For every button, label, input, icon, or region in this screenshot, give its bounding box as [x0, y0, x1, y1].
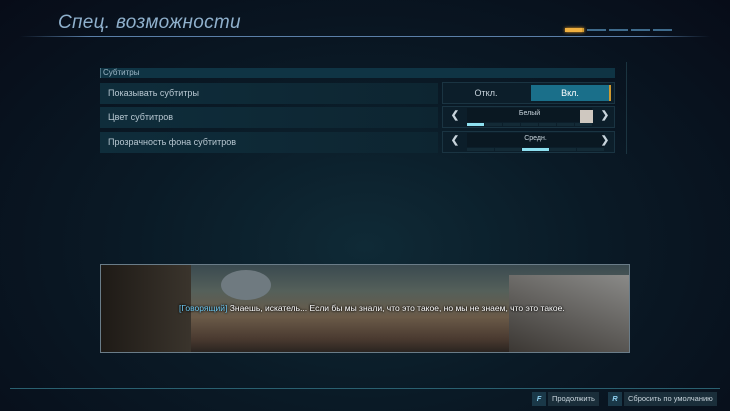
key-hint-f: F: [532, 392, 546, 406]
segment-active: [522, 148, 549, 151]
setting-label: Показывать субтитры: [100, 83, 438, 104]
segment-active: [467, 123, 484, 126]
subtitle-text: Знаешь, искатель... Если бы мы знали, чт…: [229, 303, 565, 313]
key-hint-r: R: [608, 392, 622, 406]
segment: [521, 123, 538, 126]
segment: [467, 148, 494, 151]
header-divider: [20, 36, 710, 37]
subtitle-preview: [Говорящий] Знаешь, искатель... Если бы …: [100, 264, 630, 353]
subtitles-toggle[interactable]: Откл. Вкл.: [442, 82, 615, 104]
segment: [494, 148, 522, 151]
segment: [503, 123, 520, 126]
page-indicator: [565, 28, 672, 32]
toggle-off-option[interactable]: Откл.: [445, 85, 527, 101]
setting-show-subtitles: Показывать субтитры Откл. Вкл.: [100, 82, 615, 104]
page-dot-active[interactable]: [565, 28, 584, 32]
segment: [577, 148, 604, 151]
toggle-on-option[interactable]: Вкл.: [531, 85, 611, 101]
scene-shadow: [101, 265, 191, 352]
reset-label: Сбросить по умолчанию: [624, 392, 717, 406]
subtitle-line: [Говорящий] Знаешь, искатель... Если бы …: [179, 303, 565, 313]
setting-background-opacity: Прозрачность фона субтитров ❮ Средн. ❯: [100, 131, 615, 153]
page-dot[interactable]: [631, 29, 650, 31]
opacity-selector[interactable]: ❮ Средн. ❯: [442, 131, 615, 153]
segment: [557, 123, 574, 126]
chevron-left-icon[interactable]: ❮: [449, 110, 461, 121]
page-dot[interactable]: [609, 29, 628, 31]
scene-debris: [221, 270, 271, 300]
setting-label: Цвет субтитров: [100, 107, 438, 128]
segment: [539, 123, 556, 126]
footer-divider: [10, 388, 720, 389]
page-dot[interactable]: [587, 29, 606, 31]
continue-button[interactable]: F Продолжить: [532, 392, 599, 406]
setting-subtitle-color: Цвет субтитров ❮ Белый ❯: [100, 106, 615, 128]
scrollbar[interactable]: [626, 62, 627, 154]
setting-label: Прозрачность фона субтитров: [100, 132, 438, 153]
segment: [575, 123, 592, 126]
segment: [549, 148, 577, 151]
selector-value: Белый: [467, 108, 592, 122]
page-dot[interactable]: [653, 29, 672, 31]
section-header-subtitles: Субтитры: [100, 68, 615, 78]
segment: [485, 123, 502, 126]
continue-label: Продолжить: [548, 392, 599, 406]
chevron-right-icon[interactable]: ❯: [599, 135, 611, 146]
reset-defaults-button[interactable]: R Сбросить по умолчанию: [608, 392, 717, 406]
chevron-left-icon[interactable]: ❮: [449, 135, 461, 146]
chevron-right-icon[interactable]: ❯: [599, 110, 611, 121]
color-selector[interactable]: ❮ Белый ❯: [442, 106, 615, 128]
selector-value: Средн.: [467, 133, 604, 147]
subtitle-speaker: [Говорящий]: [179, 303, 228, 313]
color-swatch: [580, 110, 593, 123]
scene-wreckage: [509, 275, 629, 352]
selector-segments: [467, 123, 592, 126]
selector-segments: [467, 148, 604, 151]
page-title: Спец. возможности: [58, 12, 241, 33]
